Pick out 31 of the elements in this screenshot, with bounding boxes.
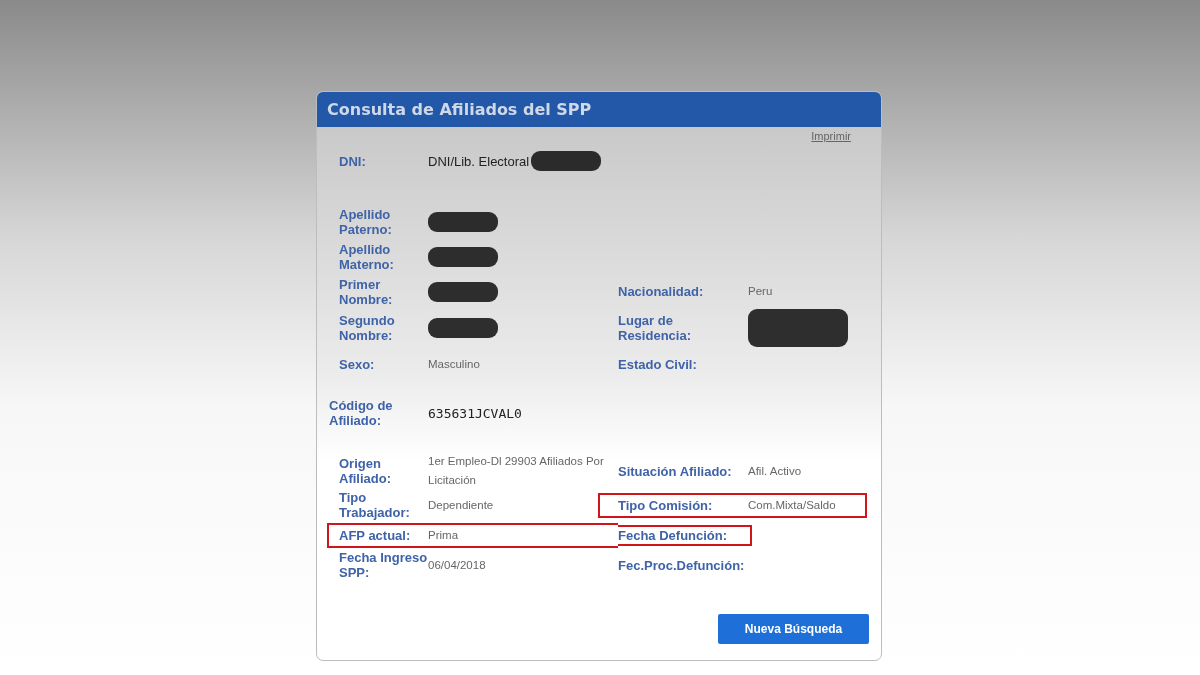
- field-label: Lugar de Residencia:: [618, 313, 692, 343]
- print-link[interactable]: Imprimir: [811, 130, 851, 144]
- field-label: Estado Civil:: [618, 357, 698, 372]
- field-label: Fecha Defunción:: [618, 527, 729, 543]
- field-label: Nacionalidad:: [618, 284, 705, 299]
- field-label: Primer Nombre:: [339, 276, 394, 307]
- new-search-button[interactable]: Nueva Búsqueda: [718, 614, 869, 644]
- field-label: AFP actual:: [339, 527, 412, 543]
- field-label: Tipo Trabajador:: [339, 490, 411, 520]
- field-label: Fec.Proc.Defunción:: [618, 557, 746, 573]
- field-label: Sexo:: [339, 357, 376, 372]
- field-value: Com.Mixta/Saldo: [748, 497, 836, 513]
- field-value: Dependiente: [428, 497, 494, 513]
- field-label: Segundo Nombre:: [339, 313, 396, 343]
- field-value: 635631JCVAL0: [428, 404, 522, 423]
- field-label: Código de Afiliado:: [329, 398, 394, 428]
- field-value: Masculino: [428, 357, 480, 372]
- field-label: DNI:: [339, 153, 367, 169]
- field-value: Prima: [428, 527, 459, 543]
- field-label: Apellido Paterno:: [339, 206, 393, 237]
- field-value: Afil. Activo: [748, 463, 802, 479]
- field-value: DNI/Lib. Electoral: [428, 152, 530, 171]
- field-label: Situación Afiliado:: [618, 463, 733, 479]
- field-label: Apellido Materno:: [339, 241, 395, 272]
- field-value: 06/04/2018: [428, 557, 486, 573]
- field-label: Fecha Ingreso SPP:: [339, 550, 428, 580]
- panel-title: Consulta de Afiliados del SPP: [327, 100, 592, 119]
- field-label: Tipo Comisión:: [618, 497, 714, 513]
- field-label: Origen Afiliado:: [339, 456, 392, 486]
- field-value: Peru: [748, 284, 773, 299]
- field-value: 1er Empleo-Dl 29903 Afiliados Por Licitación: [428, 454, 605, 488]
